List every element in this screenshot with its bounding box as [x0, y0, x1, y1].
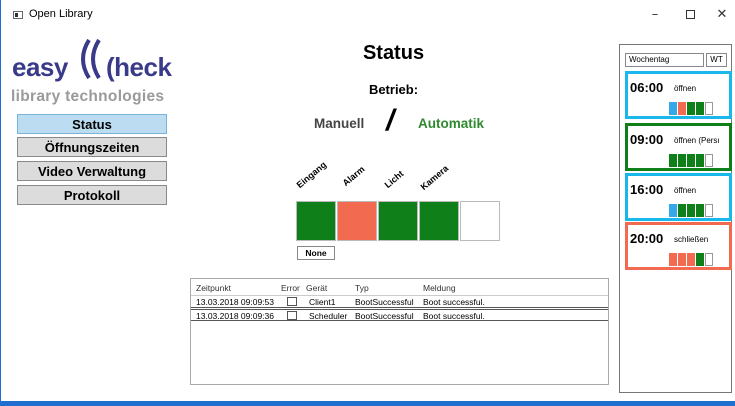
status-bar-green: [669, 154, 677, 167]
maximize-icon: [685, 10, 695, 19]
cell-time: 13.03.2018 09:09:53: [196, 297, 274, 307]
bottom-border: [1, 401, 735, 406]
none-button[interactable]: None: [297, 246, 335, 260]
device-label-alarm: Alarm: [340, 163, 367, 188]
status-bar-green: [696, 253, 704, 266]
status-bar-green: [678, 154, 686, 167]
cell-type: BootSuccessful: [355, 297, 414, 307]
column-header-zeitpunkt[interactable]: Zeitpunkt: [196, 283, 231, 293]
table-row[interactable]: 13.03.2018 09:09:53 Client1 BootSuccessf…: [191, 296, 608, 308]
mode-automatik[interactable]: Automatik: [418, 116, 484, 131]
column-header-error[interactable]: Error: [281, 283, 300, 293]
maximize-button[interactable]: [673, 4, 707, 26]
nav-status-button[interactable]: Status: [17, 114, 167, 134]
status-bar-green: [687, 204, 695, 217]
status-bar-red: [678, 102, 686, 115]
device-empty-status[interactable]: [460, 201, 500, 241]
status-bar-green: [678, 204, 686, 217]
schedule-action: öffnen (Persı: [674, 136, 720, 145]
device-label-kamera: Kamera: [418, 163, 451, 192]
schedule-time: 06:00: [630, 80, 664, 95]
app-icon: [13, 11, 23, 19]
schedule-status-bars: [669, 154, 717, 167]
column-header-typ[interactable]: Typ: [355, 283, 369, 293]
cell-device: Client1: [309, 297, 336, 307]
column-header-meldung[interactable]: Meldung: [423, 283, 456, 293]
nav-video-verwaltung-button[interactable]: Video Verwaltung: [17, 161, 167, 181]
weekday-select[interactable]: Wochentag: [625, 53, 704, 67]
schedule-time: 16:00: [630, 182, 664, 197]
mode-manuell[interactable]: Manuell: [314, 116, 364, 131]
device-alarm-status[interactable]: [337, 201, 377, 241]
wt-button[interactable]: WT: [706, 53, 727, 67]
cell-message: Boot successful.: [423, 311, 485, 321]
schedule-status-bars: [669, 253, 717, 266]
cell-time: 13.03.2018 09:09:36: [196, 311, 274, 321]
schedule-time: 09:00: [630, 132, 664, 147]
title-bar[interactable]: Open Library – ✕: [1, 0, 735, 30]
minimize-button[interactable]: –: [638, 4, 672, 26]
schedule-panel: Wochentag WT 06:00 öffnen 09:00 öffnen (…: [619, 44, 732, 393]
cell-type: BootSuccessful: [355, 311, 414, 321]
status-bar-green: [696, 154, 704, 167]
status-bar-empty: [705, 154, 713, 167]
cell-device: Scheduler: [309, 311, 348, 321]
nav-oeffnungszeiten-button[interactable]: Öffnungszeiten: [17, 137, 167, 157]
table-row[interactable]: 13.03.2018 09:09:36 Scheduler BootSucces…: [191, 309, 608, 321]
cell-message: Boot successful.: [423, 297, 485, 307]
status-bar-green: [687, 102, 695, 115]
app-window: Open Library – ✕ easy (heck library tech…: [0, 0, 735, 406]
status-bar-empty: [705, 102, 713, 115]
device-licht-status[interactable]: [378, 201, 418, 241]
status-bar-red: [678, 253, 686, 266]
status-bar-red: [669, 253, 677, 266]
status-bar-blue: [669, 204, 677, 217]
status-bar-empty: [705, 253, 713, 266]
schedule-entry[interactable]: 06:00 öffnen: [625, 71, 732, 119]
error-checkbox[interactable]: [287, 311, 297, 320]
device-eingang-status[interactable]: [296, 201, 336, 241]
device-label-eingang: Eingang: [294, 159, 329, 190]
schedule-action: öffnen: [674, 186, 697, 195]
status-bar-empty: [705, 204, 713, 217]
nav-protokoll-button[interactable]: Protokoll: [17, 185, 167, 205]
status-bar-red: [687, 253, 695, 266]
schedule-status-bars: [669, 204, 717, 217]
schedule-entry[interactable]: 20:00 schließen: [625, 222, 732, 270]
device-label-licht: Licht: [382, 168, 406, 190]
schedule-status-bars: [669, 102, 717, 115]
log-grid[interactable]: Zeitpunkt Error Gerät Typ Meldung 13.03.…: [190, 278, 609, 385]
schedule-entry[interactable]: 16:00 öffnen: [625, 173, 732, 221]
window-title: Open Library: [29, 8, 93, 20]
device-kamera-status[interactable]: [419, 201, 459, 241]
status-bar-green: [687, 154, 695, 167]
error-checkbox[interactable]: [287, 297, 297, 306]
schedule-action: schließen: [674, 235, 709, 244]
status-bar-green: [696, 102, 704, 115]
schedule-entry[interactable]: 09:00 öffnen (Persı: [625, 123, 732, 171]
schedule-time: 20:00: [630, 231, 664, 246]
close-button[interactable]: ✕: [705, 4, 735, 26]
mode-switch-slash[interactable]: /: [386, 104, 394, 138]
status-bar-green: [696, 204, 704, 217]
column-header-geraet[interactable]: Gerät: [306, 283, 327, 293]
schedule-action: öffnen: [674, 84, 697, 93]
status-bar-blue: [669, 102, 677, 115]
